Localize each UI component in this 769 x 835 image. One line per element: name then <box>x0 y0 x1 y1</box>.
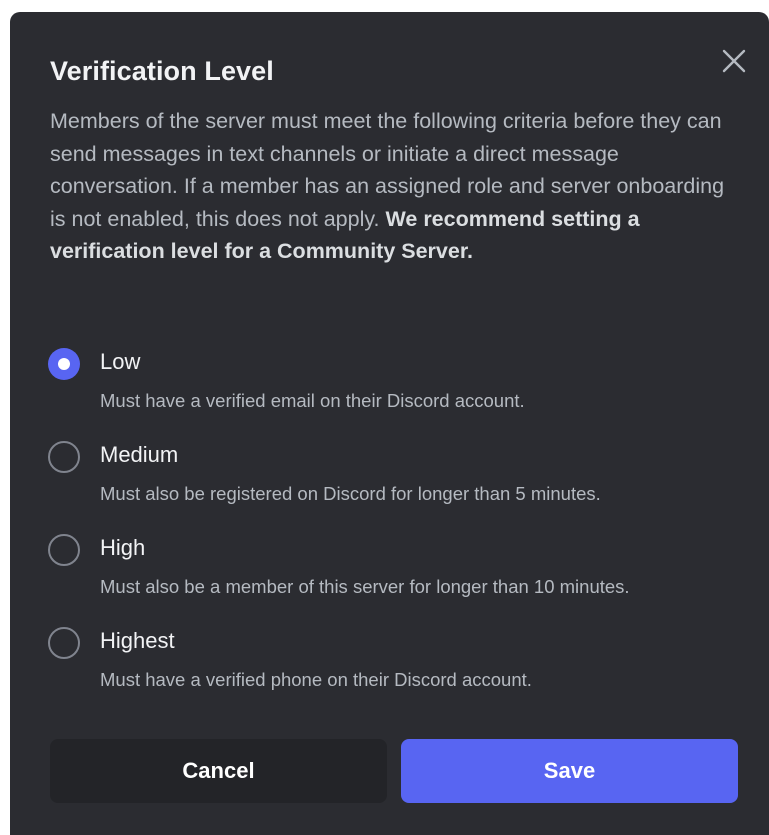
option-label: Highest <box>100 628 175 653</box>
dialog-description: Members of the server must meet the foll… <box>50 105 735 268</box>
option-highest[interactable]: Highest Must have a verified phone on th… <box>48 624 748 717</box>
verification-options: Low Must have a verified email on their … <box>48 345 748 717</box>
close-icon <box>721 48 747 74</box>
option-low[interactable]: Low Must have a verified email on their … <box>48 345 748 438</box>
option-label: Low <box>100 349 141 374</box>
radio-low[interactable] <box>48 348 80 380</box>
option-description: Must also be registered on Discord for l… <box>100 483 601 504</box>
option-high[interactable]: High Must also be a member of this serve… <box>48 531 748 624</box>
option-description: Must have a verified email on their Disc… <box>100 390 525 411</box>
option-label: High <box>100 535 146 560</box>
cancel-button[interactable]: Cancel <box>50 739 387 803</box>
option-description: Must also be a member of this server for… <box>100 576 630 597</box>
radio-medium[interactable] <box>48 441 80 473</box>
option-medium[interactable]: Medium Must also be registered on Discor… <box>48 438 748 531</box>
dialog-title: Verification Level <box>50 56 274 86</box>
save-button[interactable]: Save <box>401 739 738 803</box>
option-description: Must have a verified phone on their Disc… <box>100 669 532 690</box>
verification-level-dialog: Verification Level Members of the server… <box>10 12 769 835</box>
radio-highest[interactable] <box>48 627 80 659</box>
option-label: Medium <box>100 442 179 467</box>
radio-high[interactable] <box>48 534 80 566</box>
close-button[interactable] <box>721 48 747 74</box>
